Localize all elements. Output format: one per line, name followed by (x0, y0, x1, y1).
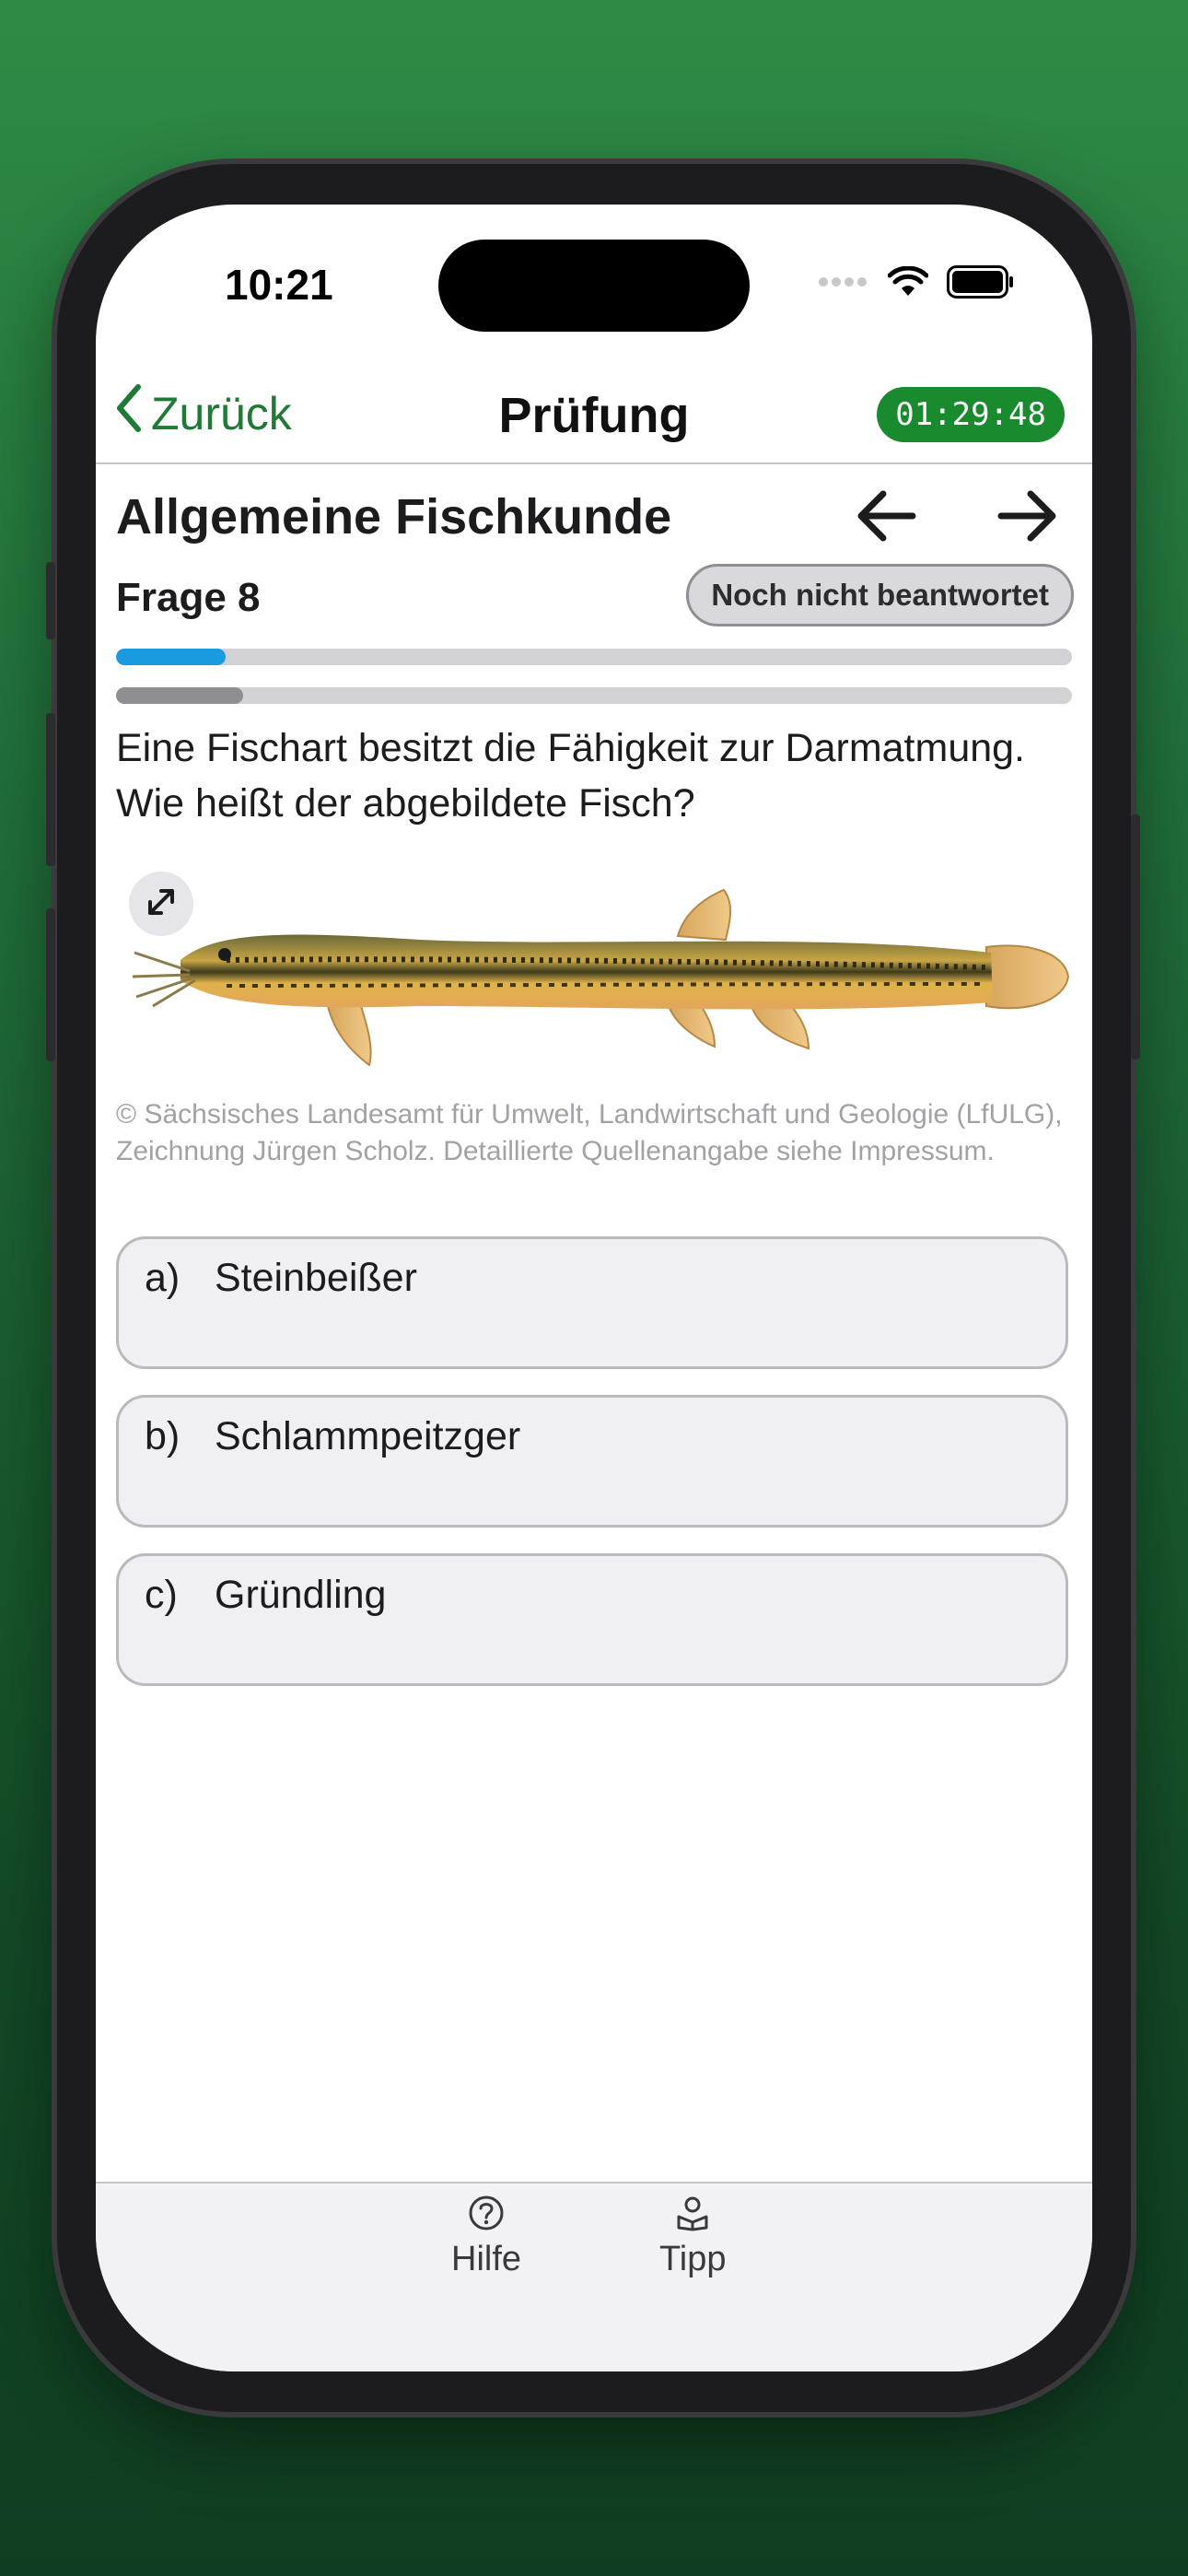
volume-up-button (46, 713, 55, 866)
arrow-left-icon (854, 488, 918, 548)
tab-label: Tipp (659, 2240, 727, 2278)
tip-icon (674, 2195, 711, 2236)
previous-question-button[interactable] (849, 481, 923, 555)
answer-option-a[interactable]: a) Steinbeißer (116, 1236, 1068, 1369)
status-time: 10:21 (225, 261, 333, 309)
cellular-signal-icon (818, 275, 869, 293)
tab-hilfe[interactable]: Hilfe (451, 2195, 521, 2279)
app-screen: 10:21 Zurück Prüfung 01:29:48 Allgemeine… (96, 205, 1092, 2371)
action-button (46, 562, 55, 639)
fish-image[interactable] (116, 868, 1074, 1089)
navigation-bar: Zurück Prüfung 01:29:48 (96, 370, 1092, 464)
tab-bar: Hilfe Tipp (96, 2182, 1092, 2371)
wifi-icon (887, 265, 929, 302)
progress-fill-primary (116, 649, 227, 665)
status-icons (818, 265, 1015, 303)
progress-bar-secondary (116, 687, 1072, 704)
exam-timer: 01:29:48 (877, 387, 1065, 442)
dynamic-island (438, 240, 750, 332)
question-text: Eine Fischart besitzt die Fähigkeit zur … (116, 726, 1026, 825)
answer-status-badge: Noch nicht beantwortet (686, 564, 1074, 626)
volume-down-button (46, 908, 55, 1061)
answer-option-c[interactable]: c) Gründling (116, 1553, 1068, 1686)
loach-illustration (132, 888, 1070, 1067)
tab-label: Hilfe (451, 2240, 522, 2278)
answer-letter: b) (145, 1414, 181, 1458)
next-question-button[interactable] (991, 481, 1065, 555)
answer-text: Steinbeißer (215, 1256, 417, 1300)
question-circle-icon (468, 2195, 505, 2236)
answer-option-b[interactable]: b) Schlammpeitzger (116, 1395, 1068, 1528)
question-number: Frage 8 (116, 575, 261, 620)
progress-fill-secondary (116, 687, 244, 704)
power-button (1131, 814, 1140, 1060)
expand-arrows-icon (143, 884, 180, 925)
answer-text: Schlammpeitzger (215, 1414, 521, 1458)
battery-icon (947, 265, 1015, 303)
expand-image-button[interactable] (129, 872, 193, 936)
image-credit: © Sächsisches Landesamt für Umwelt, Land… (116, 1099, 1063, 1166)
tab-tipp[interactable]: Tipp (659, 2195, 727, 2279)
section-title: Allgemeine Fischkunde (116, 489, 672, 544)
arrow-right-icon (996, 488, 1060, 548)
answer-text: Gründling (215, 1573, 387, 1617)
answer-letter: a) (145, 1256, 181, 1300)
progress-bar-primary (116, 649, 1072, 665)
answer-letter: c) (145, 1573, 178, 1617)
